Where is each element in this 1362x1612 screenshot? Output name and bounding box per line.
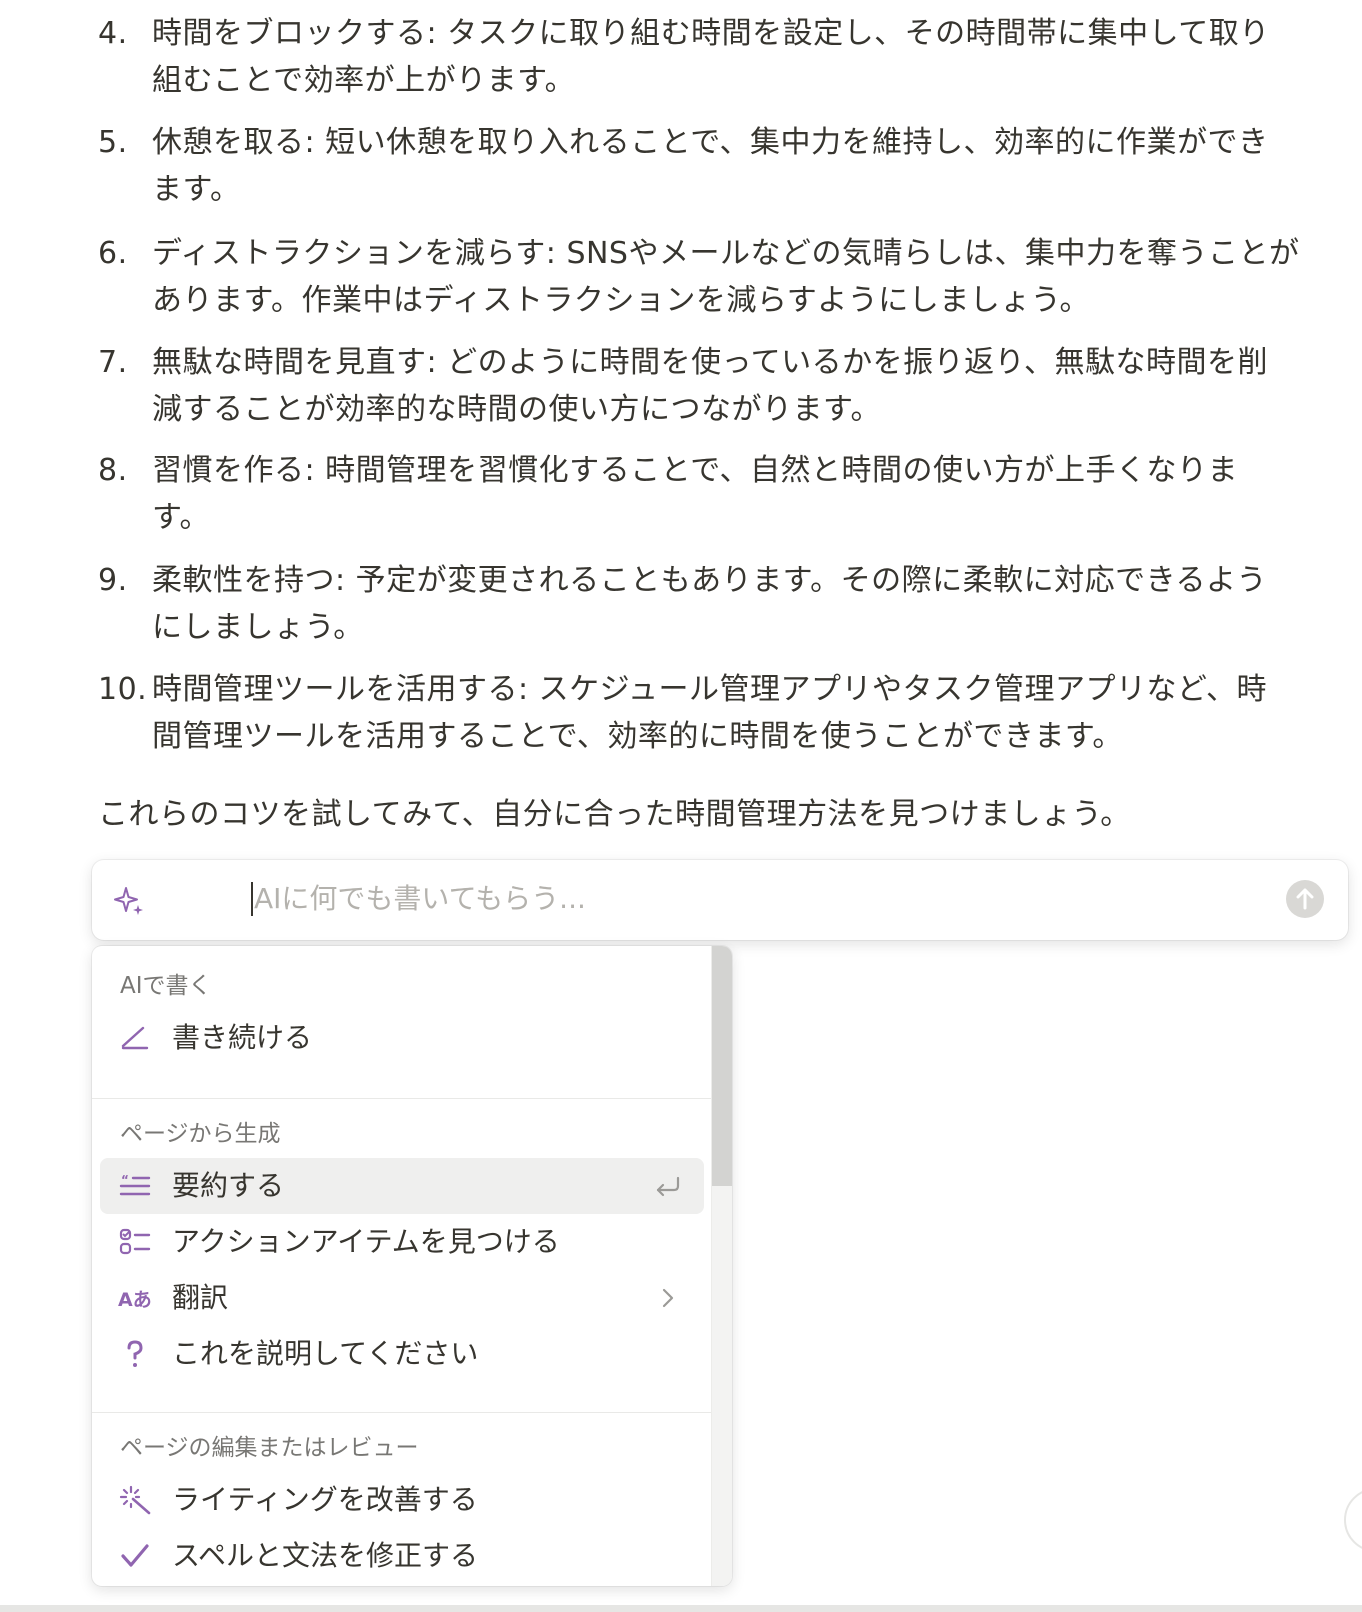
list-number: 8.	[98, 453, 128, 488]
list-text-line: す。	[152, 500, 210, 535]
menu-item-label: 要約する	[172, 1169, 285, 1202]
text-cursor	[251, 882, 253, 916]
bottom-edge	[0, 1605, 1362, 1612]
list-text-line: ます。	[152, 172, 241, 207]
checklist-icon	[118, 1226, 152, 1258]
menu-item-label: 翻訳	[172, 1281, 229, 1314]
list-text: 無駄な時間を見直す: どのように時間を使っているかを振り返り、無駄な時間を削 減…	[152, 339, 1352, 433]
ai-prompt-input[interactable]	[156, 876, 1256, 922]
list-text-line: 柔軟性を持つ: 予定が変更されることもあります。その際に柔軟に対応できるよう	[152, 563, 1268, 598]
send-button[interactable]	[1286, 880, 1324, 918]
list-number: 6.	[98, 236, 128, 271]
list-text-line: 組むことで効率が上がります。	[152, 63, 576, 98]
question-mark-icon	[118, 1338, 152, 1370]
list-text-line: 間管理ツールを活用することで、効率的に時間を使うことができます。	[152, 719, 1123, 754]
menu-item-label: ライティングを改善する	[172, 1483, 478, 1516]
list-number: 7.	[98, 345, 128, 380]
section-label-write: AIで書く	[120, 973, 212, 999]
section-label-edit: ページの編集またはレビュー	[120, 1435, 419, 1461]
menu-item-improve-writing[interactable]: ライティングを改善する	[100, 1472, 704, 1528]
list-text: 習慣を作る: 時間管理を習慣化することで、自然と時間の使い方が上手くなりま す。	[152, 447, 1352, 541]
pen-icon	[118, 1022, 152, 1054]
menu-item-label: 書き続ける	[172, 1021, 313, 1054]
ai-sparkle-icon	[112, 884, 146, 918]
enter-key-icon	[652, 1172, 682, 1200]
menu-item-fix-spelling[interactable]: スペルと文法を修正する	[100, 1528, 704, 1584]
page: 4. 時間をブロックする: タスクに取り組む時間を設定し、その時間帯に集中して取…	[0, 0, 1362, 1612]
list-text: ディストラクションを減らす: SNSやメールなどの気晴らしは、集中力を奪うことが…	[152, 230, 1352, 324]
list-text-line: あります。作業中はディストラクションを減らすようにしましょう。	[152, 283, 1090, 318]
menu-item-label: これを説明してください	[172, 1337, 479, 1370]
svg-text:Aあ: Aあ	[118, 1289, 152, 1311]
translate-icon: Aあ	[118, 1282, 152, 1314]
list-text-line: 無駄な時間を見直す: どのように時間を使っているかを振り返り、無駄な時間を削	[152, 345, 1268, 380]
closing-paragraph: これらのコツを試してみて、自分に合った時間管理方法を見つけましょう。	[98, 797, 1131, 832]
list-number: 4.	[98, 16, 128, 51]
list-text-line: ディストラクションを減らす: SNSやメールなどの気晴らしは、集中力を奪うことが	[152, 236, 1300, 271]
ai-command-menu: AIで書く 書き続ける ページから生成 “ 要約する アクションアイテムを見つけ…	[92, 946, 732, 1586]
checkmark-icon	[118, 1540, 152, 1572]
list-text-line: 休憩を取る: 短い休憩を取り入れることで、集中力を維持し、効率的に作業ができ	[152, 125, 1269, 160]
list-text: 休憩を取る: 短い休憩を取り入れることで、集中力を維持し、効率的に作業ができ ま…	[152, 119, 1352, 213]
menu-item-label: スペルと文法を修正する	[172, 1539, 479, 1572]
ai-prompt-bar: AIに何でも書いてもらう...	[92, 860, 1348, 940]
menu-item-continue-writing[interactable]: 書き続ける	[100, 1010, 704, 1066]
menu-item-find-action-items[interactable]: アクションアイテムを見つける	[100, 1214, 704, 1270]
menu-item-translate[interactable]: Aあ 翻訳	[100, 1270, 704, 1326]
summary-lines-icon: “	[118, 1170, 152, 1202]
menu-item-label: アクションアイテムを見つける	[172, 1225, 560, 1258]
help-button[interactable]	[1344, 1488, 1362, 1552]
list-text: 柔軟性を持つ: 予定が変更されることもあります。その際に柔軟に対応できるよう に…	[152, 557, 1352, 651]
magic-wand-icon	[118, 1484, 152, 1516]
list-text-line: 減することが効率的な時間の使い方につながります。	[152, 392, 881, 427]
menu-scrollbar-thumb[interactable]	[712, 946, 732, 1186]
list-text-line: 習慣を作る: 時間管理を習慣化することで、自然と時間の使い方が上手くなりま	[152, 453, 1239, 488]
menu-item-summarize[interactable]: “ 要約する	[100, 1158, 704, 1214]
section-label-generate: ページから生成	[120, 1121, 281, 1147]
menu-item-explain[interactable]: これを説明してください	[100, 1326, 704, 1382]
list-text: 時間をブロックする: タスクに取り組む時間を設定し、その時間帯に集中して取り 組…	[152, 10, 1352, 104]
menu-divider	[92, 1412, 712, 1413]
menu-divider	[92, 1098, 712, 1099]
list-number: 5.	[98, 125, 128, 160]
list-number: 9.	[98, 563, 128, 598]
list-text-line: 時間管理ツールを活用する: スケジュール管理アプリやタスク管理アプリなど、時	[152, 672, 1268, 707]
list-text-line: 時間をブロックする: タスクに取り組む時間を設定し、その時間帯に集中して取り	[152, 16, 1270, 51]
list-text: 時間管理ツールを活用する: スケジュール管理アプリやタスク管理アプリなど、時 間…	[152, 666, 1352, 760]
arrow-up-icon	[1296, 888, 1314, 910]
list-text-line: にしましょう。	[152, 610, 364, 645]
list-number: 10.	[98, 672, 148, 707]
chevron-right-icon	[652, 1284, 682, 1312]
